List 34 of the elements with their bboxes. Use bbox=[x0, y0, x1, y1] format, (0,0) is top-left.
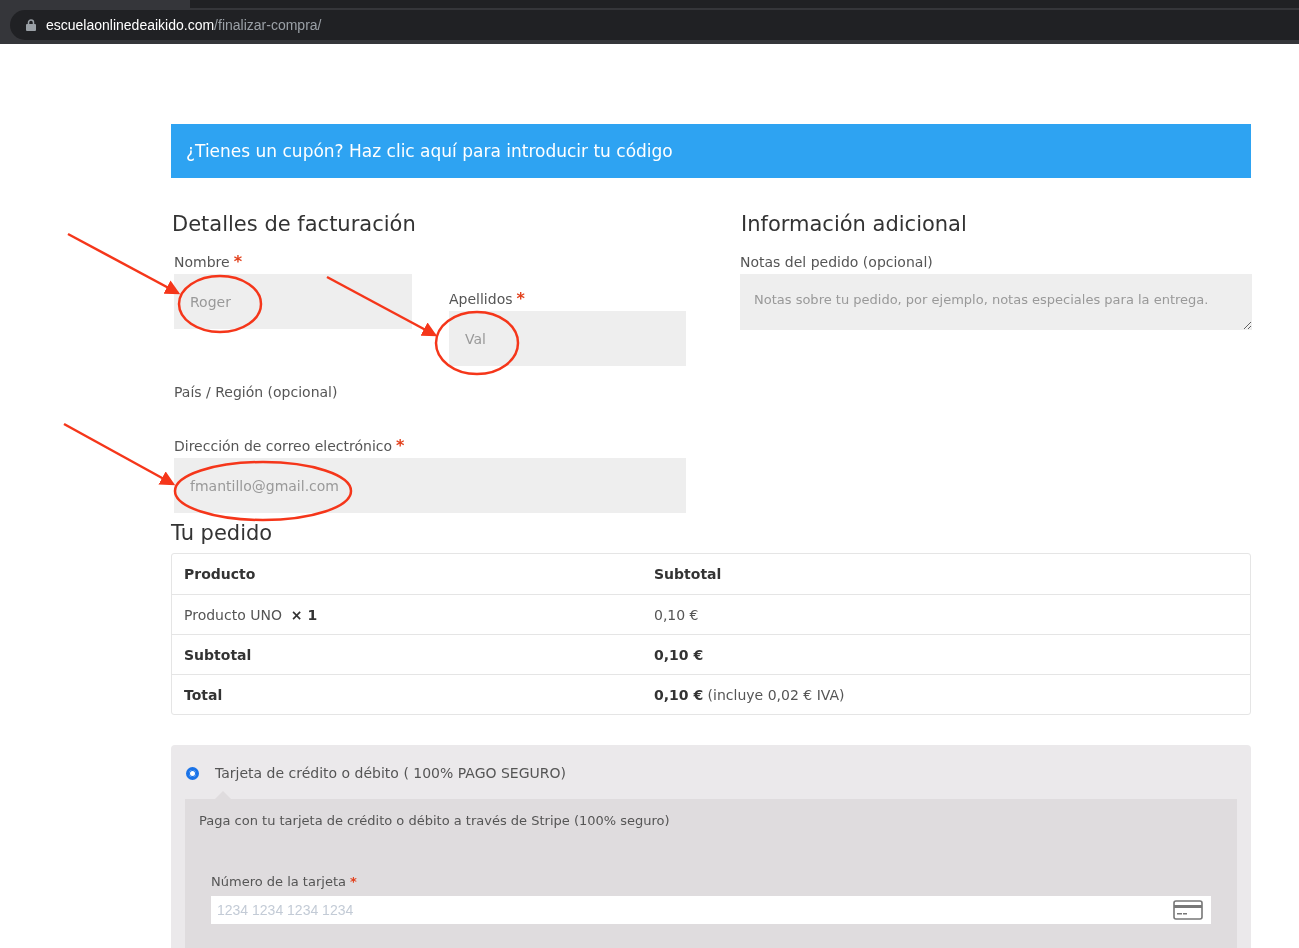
required-mark: * bbox=[233, 252, 242, 271]
section-heading: Tu pedido bbox=[171, 521, 274, 547]
section-heading: Información adicional bbox=[741, 212, 968, 238]
address-bar[interactable]: escuelaonlinedeaikido.com/finalizar-compra/ bbox=[10, 10, 1299, 40]
section-heading: Detalles de facturación bbox=[172, 212, 417, 238]
notes-field[interactable]: Notas sobre tu pedido, por ejemplo, notas especiales para la entrega. bbox=[740, 274, 1252, 330]
text-field[interactable]: Val bbox=[449, 311, 686, 366]
field-label: Apellidos bbox=[449, 291, 513, 307]
column-header: Subtotal bbox=[653, 565, 723, 584]
payment-description: Paga con tu tarjeta de crédito o débito a través de Stripe (100% seguro) bbox=[199, 813, 670, 828]
required-mark: * bbox=[516, 289, 525, 308]
payment-method-label: Tarjeta de crédito o débito ( 100% PAGO SEGURO) bbox=[215, 765, 566, 781]
radio-button[interactable] bbox=[186, 766, 199, 780]
field-label: Número de la tarjeta bbox=[211, 874, 346, 889]
field-label: Nombre bbox=[174, 254, 230, 270]
table-cell-text: 0,10 € bbox=[653, 645, 705, 665]
field-label: País / Región (opcional) bbox=[174, 384, 338, 400]
table-cell-text: Subtotal bbox=[183, 645, 253, 665]
table-cell-text: Total bbox=[183, 685, 224, 705]
url-domain: escuelaonlinedeaikido.com bbox=[46, 17, 215, 33]
table-cell-text: 0,10 € bbox=[653, 605, 700, 625]
column-header: Producto bbox=[183, 565, 257, 584]
table-cell-text: 0,10 € (incluye 0,02 € IVA) bbox=[653, 685, 846, 705]
required-mark: * bbox=[396, 436, 405, 455]
field-label: Notas del pedido (opcional) bbox=[740, 254, 933, 270]
field-label: Dirección de correo electrónico bbox=[174, 438, 393, 454]
text-field[interactable]: fmantillo@gmail.com bbox=[174, 458, 686, 513]
credit-card-icon bbox=[1173, 900, 1203, 920]
required-mark: * bbox=[349, 874, 357, 889]
lock-icon bbox=[26, 19, 36, 31]
url-path: /finalizar-compra/ bbox=[214, 17, 322, 33]
text-field[interactable]: Roger bbox=[174, 274, 412, 329]
table-cell-text: Producto UNO × 1 bbox=[183, 605, 319, 625]
card-number-field[interactable]: 1234 1234 1234 1234 bbox=[211, 896, 1211, 924]
